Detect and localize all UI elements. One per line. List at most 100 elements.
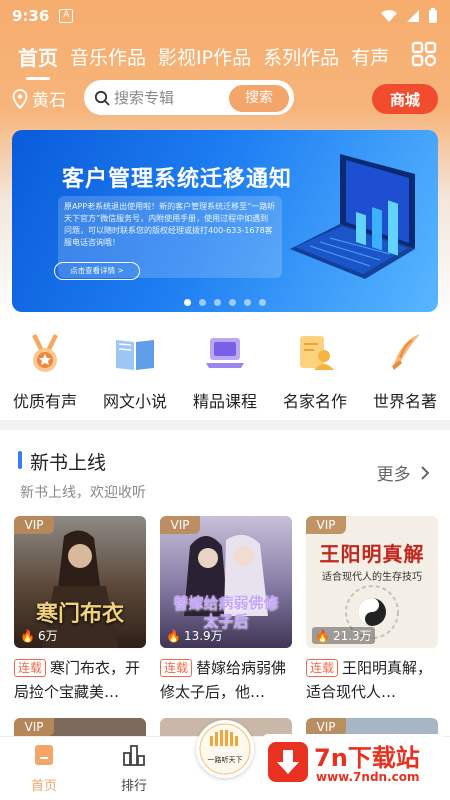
book-cover: VIP 寒门布衣 🔥 6万 (14, 516, 146, 648)
notification-a-icon: A (59, 9, 74, 23)
cover-title: 王阳明真解 (319, 542, 425, 566)
location-selector[interactable]: 黄石 (12, 86, 66, 111)
watermark-title: 7n下载站 (314, 744, 420, 772)
category-famous-authors[interactable]: 名家名作 (270, 322, 360, 418)
chevron-right-icon (421, 466, 430, 480)
book-card[interactable]: VIP 王阳明真解 适合现代人的生存技巧 🔥 21.3万 连载 王阳明真解，适合现代… (306, 516, 438, 704)
download-arrow-icon (277, 750, 299, 774)
laptop-illustration-icon (290, 154, 415, 279)
tab-film-ip[interactable]: 影视IP作品 (158, 43, 251, 70)
banner-carousel[interactable]: 客户管理系统迁移通知 原APP老系统退出使用啦！新的客户管理系统迁移至“一路听天… (12, 130, 438, 312)
search-icon (94, 90, 110, 106)
new-books-list: VIP 寒门布衣 🔥 6万 连载 寒门布衣，开局捡个宝藏美… VIP 替嫁给病弱佛修… (14, 516, 438, 704)
book-card[interactable]: VIP 替嫁给病弱佛修太子后 🔥 13.9万 连载 替嫁给病弱佛修太子后，他… (160, 516, 292, 704)
serial-tag: 连载 (14, 659, 47, 677)
signal-icon (407, 10, 419, 22)
section-title: 新书上线 (30, 452, 107, 474)
ranking-icon (123, 745, 145, 766)
vip-badge: VIP (160, 516, 200, 534)
more-link[interactable]: 更多 (377, 460, 430, 485)
nav-label: 排行 (120, 779, 147, 794)
book-title: 连载 寒门布衣，开局捡个宝藏美… (14, 656, 146, 704)
home-icon (35, 745, 53, 765)
fire-icon: 🔥 (20, 628, 35, 643)
category-web-novels[interactable]: 网文小说 (90, 322, 180, 418)
category-quality-audio[interactable]: 优质有声 (0, 322, 90, 418)
nav-home[interactable]: 首页 (14, 743, 74, 794)
download-logo-icon (268, 742, 308, 782)
book-cover: VIP 王阳明真解 适合现代人的生存技巧 🔥 21.3万 (306, 516, 438, 648)
book-card[interactable]: VIP 寒门布衣 🔥 6万 连载 寒门布衣，开局捡个宝藏美… (14, 516, 146, 704)
author-icon (300, 336, 334, 370)
banner-dot[interactable] (259, 299, 266, 306)
book-cover: VIP (14, 718, 146, 738)
vip-badge: VIP (14, 718, 54, 736)
section-divider (0, 420, 450, 430)
play-count-value: 13.9万 (183, 629, 223, 643)
play-count: 🔥 21.3万 (312, 627, 375, 644)
search-box[interactable]: 搜索专辑 搜索 (84, 80, 294, 115)
category-label: 网文小说 (102, 392, 167, 411)
fire-icon: 🔥 (315, 628, 330, 643)
mini-player-button[interactable]: 一路听天下 (196, 720, 254, 778)
search-button[interactable]: 搜索 (229, 85, 289, 112)
serial-tag: 连载 (160, 659, 193, 677)
cover-title: 寒门布衣 (35, 602, 124, 627)
category-courses[interactable]: 精品课程 (180, 322, 270, 418)
category-label: 精品课程 (192, 392, 257, 411)
category-world-classics[interactable]: 世界名著 (360, 322, 450, 418)
category-label: 优质有声 (12, 392, 77, 411)
section-accent-bar (18, 451, 22, 469)
vip-badge: VIP (14, 516, 54, 534)
tab-audio[interactable]: 有声 (351, 43, 389, 70)
category-grid: 优质有声 网文小说 精品课程 名家名作 世界名著 (0, 322, 450, 418)
fire-icon: 🔥 (166, 628, 181, 643)
play-count: 🔥 13.9万 (166, 627, 223, 644)
play-count-value: 6万 (37, 629, 58, 643)
book-card[interactable]: VIP (14, 718, 146, 738)
status-time: 9:36 (12, 7, 50, 25)
play-count: 🔥 6万 (20, 627, 58, 644)
medal-icon (32, 334, 58, 372)
grid-icon (411, 41, 437, 67)
battery-icon (429, 8, 437, 23)
category-label: 世界名著 (372, 392, 437, 411)
watermark: 7n下载站 www.7ndn.com (262, 734, 444, 794)
banner-dot[interactable] (244, 299, 251, 306)
nav-ranking[interactable]: 排行 (104, 743, 164, 794)
book-cover: VIP 替嫁给病弱佛修太子后 🔥 13.9万 (160, 516, 292, 648)
serial-tag: 连载 (306, 659, 339, 677)
banner-dot[interactable] (199, 299, 206, 306)
cover-title: 替嫁给病弱佛修太子后 (173, 594, 279, 630)
status-icons (380, 8, 438, 24)
vip-badge: VIP (306, 516, 346, 534)
quill-icon (392, 334, 420, 370)
book-title: 连载 王阳明真解，适合现代人… (306, 656, 438, 704)
tab-series[interactable]: 系列作品 (263, 43, 339, 70)
play-count-value: 21.3万 (332, 629, 372, 643)
book-icon (116, 340, 154, 370)
search-input[interactable]: 搜索专辑 (114, 87, 174, 108)
search-row: 黄石 搜索专辑 搜索 商城 (0, 80, 450, 116)
category-label: 名家名作 (282, 392, 347, 411)
wifi-icon (381, 10, 397, 22)
more-label: 更多 (376, 465, 411, 485)
banner-details-button[interactable]: 点击查看详情 > (54, 262, 140, 280)
location-label: 黄石 (32, 91, 66, 111)
app-screen: 9:36 A 首页 音乐作品 影视IP作品 系列作品 有声 黄石 搜索专辑 搜索 (0, 0, 450, 800)
tab-music[interactable]: 音乐作品 (70, 43, 146, 70)
banner-dots (12, 299, 438, 306)
all-categories-button[interactable] (410, 40, 438, 68)
banner-dot[interactable] (214, 299, 221, 306)
section-subtitle: 新书上线，欢迎收听 (20, 485, 146, 501)
mall-button[interactable]: 商城 (372, 84, 438, 114)
watermark-url: www.7ndn.com (316, 770, 420, 784)
cover-subtitle: 适合现代人的生存技巧 (322, 572, 422, 583)
tab-home[interactable]: 首页 (18, 42, 58, 80)
location-pin-icon (12, 88, 28, 109)
banner-dot[interactable] (184, 299, 191, 306)
banner-title: 客户管理系统迁移通知 (62, 167, 293, 192)
laptop-icon (206, 338, 244, 368)
banner-dot[interactable] (229, 299, 236, 306)
nav-label: 首页 (30, 779, 57, 794)
